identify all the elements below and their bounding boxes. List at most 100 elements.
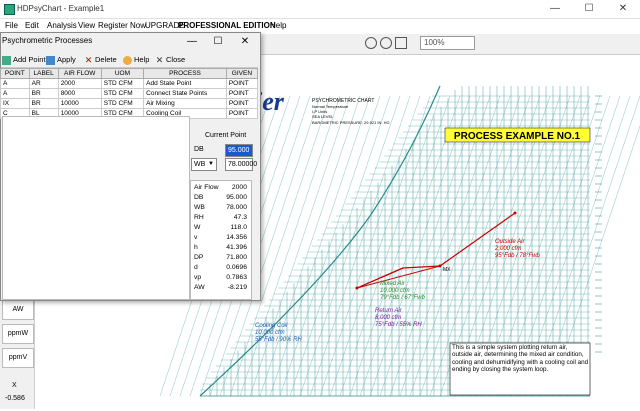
outside-air-label-1: Outside Air [495, 239, 525, 245]
app-icon [4, 4, 15, 15]
cell: POINT [225, 78, 259, 89]
cell: STD CFM [100, 88, 145, 99]
add-point-button[interactable]: Add Point [2, 55, 46, 65]
cell: STD CFM [100, 98, 145, 109]
wb-select-value: WB [194, 161, 206, 168]
cooling-coil-label-1: Cooling Coil [255, 323, 288, 329]
maximize-button[interactable]: ☐ [572, 0, 606, 18]
menu-help[interactable]: Help [270, 21, 286, 30]
col-label[interactable]: LABEL [28, 68, 59, 79]
result-value: 14.356 [226, 234, 247, 241]
cell: 8000 [57, 88, 102, 99]
result-value: -8.219 [227, 284, 247, 291]
chart-right-scale [595, 95, 602, 353]
table-row[interactable]: IX BR 10000 STD CFM Air Mixing POINT [0, 98, 259, 109]
cell: POINT [225, 88, 259, 99]
process-table: POINT LABEL AIR FLOW UOM PROCESS GIVEN A… [0, 68, 259, 119]
result-value: 0.0696 [226, 264, 247, 271]
outside-air-label-3: 95°Fdb / 78°Fwb [495, 253, 540, 259]
result-label: DB [194, 194, 204, 201]
result-label: h [194, 244, 198, 251]
zoom-in-icon[interactable] [365, 37, 377, 49]
zoom-out-icon[interactable] [380, 37, 392, 49]
result-label: RH [194, 214, 204, 221]
menu-bar [0, 19, 640, 33]
menu-register[interactable]: Register Now [98, 21, 146, 30]
result-label: DP [194, 254, 204, 261]
db-input[interactable]: 95.000 [225, 144, 253, 157]
menu-professional[interactable]: PROFESSIONAL EDITION [178, 21, 276, 30]
col-uom[interactable]: UOM [100, 68, 145, 79]
cell: 10000 [57, 98, 102, 109]
result-label: WB [194, 204, 205, 211]
result-label: d [194, 264, 198, 271]
menu-file[interactable]: File [5, 21, 18, 30]
window-title: HDPsyChart - Example1 [17, 4, 105, 13]
close-dialog-button[interactable]: ✕ Close [155, 55, 185, 65]
table-row[interactable]: A AR 2000 STD CFM Add State Point POINT [0, 78, 259, 89]
col-point[interactable]: POINT [0, 68, 30, 79]
aw-label: AW [2, 300, 34, 320]
note-text: This is a simple system plotting return … [452, 344, 589, 373]
wb-select[interactable]: WB ▼ [191, 158, 217, 171]
help-button[interactable]: Help [123, 55, 149, 65]
return-air-label-1: Return Air [375, 308, 403, 314]
close-button[interactable]: ✕ [606, 0, 640, 18]
chart-header-line-4: BAROMETRIC PRESSURE: 29.921 IN. HG [312, 120, 390, 125]
result-value: 41.396 [226, 244, 247, 251]
result-value: 47.3 [233, 214, 247, 221]
outside-air-label-2: 2,000 cfm [494, 246, 521, 252]
example-title: PROCESS EXAMPLE NO.1 [454, 131, 581, 142]
title-bar: HDPsyChart - Example1 — ☐ ✕ [0, 0, 640, 19]
delete-button[interactable]: ✕ Delete [84, 55, 117, 65]
result-value: 0.7863 [226, 274, 247, 281]
menu-view[interactable]: View [78, 21, 95, 30]
cell: A [0, 88, 30, 99]
table-row[interactable]: A BR 8000 STD CFM Connect State Points POINT [0, 88, 259, 99]
result-value: 71.800 [226, 254, 247, 261]
dialog-minimize-button[interactable]: — [180, 34, 204, 50]
cell: Connect State Points [143, 88, 227, 99]
col-given[interactable]: GIVEN [225, 68, 259, 79]
add-point-icon [2, 55, 11, 65]
col-process[interactable]: PROCESS [143, 68, 227, 79]
result-value: 78.000 [226, 204, 247, 211]
outside-point [513, 211, 517, 215]
result-label: vp [194, 274, 202, 281]
cell: STD CFM [100, 78, 145, 89]
apply-button[interactable]: Apply [46, 55, 76, 65]
db-label: DB [194, 146, 204, 153]
dialog-title: Psychrometric Processes [2, 36, 93, 45]
delete-icon: ✕ [84, 54, 93, 65]
process-line-outside-mixed [356, 212, 516, 289]
mixed-air-label-3: 79°Fdb / 67°Fwb [380, 295, 425, 301]
result-value: 2000 [231, 184, 247, 191]
mixed-air-label-1: Mixed Air [380, 281, 406, 287]
cooling-coil-label-2: 10,000 cfm [255, 330, 285, 336]
cell: POINT [225, 98, 259, 109]
apply-icon [46, 55, 55, 65]
ppmw-label: ppmW [2, 324, 34, 344]
dialog-close-button[interactable]: ✕ [233, 34, 257, 50]
col-air-flow[interactable]: AIR FLOW [57, 68, 102, 79]
cell: IX [0, 98, 30, 109]
wb-input[interactable]: 78.00000 [225, 158, 257, 171]
cell: 2000 [57, 78, 102, 89]
menu-analysis[interactable]: Analysis [47, 21, 77, 30]
return-air-label-3: 75°Fdb / 55% RH [375, 322, 422, 328]
zoom-select[interactable]: 100% [420, 36, 475, 50]
result-label: AW [194, 284, 205, 291]
x-label: X [12, 382, 17, 389]
close-icon: ✕ [155, 54, 164, 65]
dialog-maximize-button[interactable]: ☐ [206, 34, 230, 50]
cell: POINT [225, 108, 259, 119]
fit-icon[interactable] [395, 37, 407, 49]
result-label: W [194, 224, 201, 231]
menu-edit[interactable]: Edit [25, 21, 39, 30]
chevron-down-icon: ▼ [208, 161, 214, 167]
mixed-air-label-2: 10,000 cfm [380, 288, 410, 294]
blank-panel [2, 116, 190, 300]
result-label: v [194, 234, 198, 241]
minimize-button[interactable]: — [538, 0, 572, 18]
current-point-title: Current Point [205, 132, 247, 139]
